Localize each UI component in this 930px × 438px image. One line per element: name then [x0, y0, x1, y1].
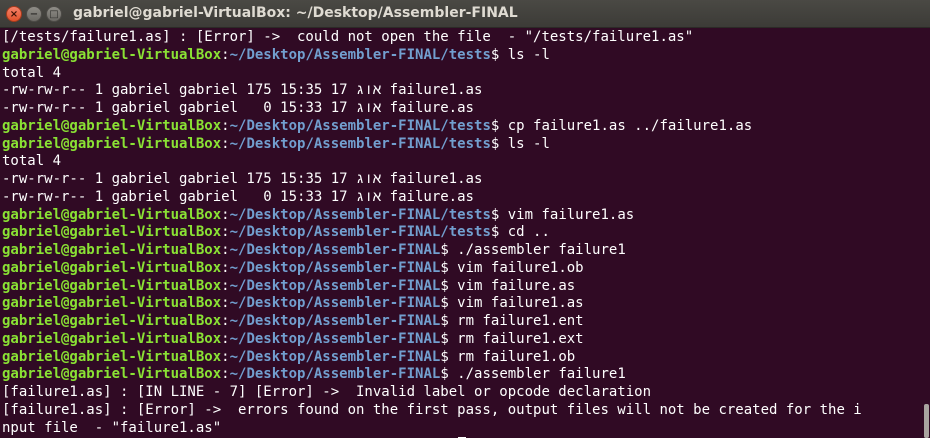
terminal-output-line: total 4 — [2, 64, 62, 81]
terminal-prompt-line: gabriel@gabriel-VirtualBox:~/Desktop/Ass… — [2, 313, 917, 331]
prompt-separator: : — [221, 135, 230, 152]
window-titlebar[interactable]: × − □ gabriel@gabriel-VirtualBox: ~/Desk… — [0, 0, 930, 28]
terminal-prompt-line: gabriel@gabriel-VirtualBox:~/Desktop/Ass… — [2, 278, 917, 296]
prompt-separator: : — [221, 117, 230, 134]
prompt-separator: : — [221, 242, 230, 258]
prompt-path: ~/Desktop/Assembler-FINAL/tests — [229, 46, 491, 63]
terminal-output-line: [failure1.as] : [IN LINE - 7] [Error] ->… — [2, 384, 652, 400]
prompt-separator: : — [221, 348, 230, 365]
prompt-command: $ ./assembler failure1 — [440, 242, 626, 258]
terminal-output-line: nput file - "failure1.as" — [2, 419, 222, 436]
terminal-prompt-line: gabriel@gabriel-VirtualBox:~/Desktop/Ass… — [2, 349, 917, 367]
prompt-command: $ ls -l — [490, 135, 550, 152]
prompt-path: ~/Desktop/Assembler-FINAL — [229, 348, 441, 365]
terminal-prompt-line: gabriel@gabriel-VirtualBox:~/Desktop/Ass… — [2, 207, 917, 225]
prompt-user-host: gabriel@gabriel-VirtualBox — [2, 259, 222, 276]
prompt-user-host: gabriel@gabriel-VirtualBox — [2, 366, 222, 383]
prompt-separator: : — [221, 224, 230, 241]
prompt-user-host: gabriel@gabriel-VirtualBox — [2, 330, 222, 347]
prompt-command: $ cp failure1.as ../failure1.as — [490, 117, 753, 134]
prompt-path: ~/Desktop/Assembler-FINAL — [229, 277, 441, 294]
terminal-prompt-line: gabriel@gabriel-VirtualBox:~/Desktop/Ass… — [2, 118, 917, 136]
prompt-path: ~/Desktop/Assembler-FINAL — [229, 366, 441, 383]
prompt-user-host: gabriel@gabriel-VirtualBox — [2, 313, 222, 329]
terminal-output-line: total 4 — [2, 153, 62, 170]
terminal-output-line: -rw-rw-r-- 1 gabriel gabriel 175 אוג 17 … — [2, 82, 483, 99]
prompt-separator: : — [221, 330, 230, 347]
prompt-user-host: gabriel@gabriel-VirtualBox — [2, 135, 222, 152]
terminal-prompt-line: gabriel@gabriel-VirtualBox:~/Desktop/Ass… — [2, 224, 917, 242]
terminal-output-line: [failure1.as] : [Error] -> errors found … — [2, 401, 862, 418]
prompt-command: $ vim failure1.as — [490, 206, 635, 223]
terminal-output-line: -rw-rw-r-- 1 gabriel gabriel 0 אוג 17 15… — [2, 100, 474, 116]
terminal-output[interactable]: [/tests/failure1.as] : [Error] -> could … — [2, 29, 917, 438]
prompt-path: ~/Desktop/Assembler-FINAL — [229, 313, 441, 329]
prompt-command: $ vim failure.as — [440, 277, 576, 294]
prompt-user-host: gabriel@gabriel-VirtualBox — [2, 348, 222, 365]
prompt-path: ~/Desktop/Assembler-FINAL — [229, 259, 441, 276]
prompt-separator: : — [221, 46, 230, 63]
prompt-path: ~/Desktop/Assembler-FINAL — [229, 295, 441, 312]
prompt-user-host: gabriel@gabriel-VirtualBox — [2, 206, 222, 223]
prompt-separator: : — [221, 277, 230, 294]
prompt-path: ~/Desktop/Assembler-FINAL/tests — [229, 117, 491, 134]
terminal-output-line: -rw-rw-r-- 1 gabriel gabriel 0 אוג 17 15… — [2, 188, 474, 205]
close-icon[interactable]: × — [6, 6, 22, 22]
prompt-user-host: gabriel@gabriel-VirtualBox — [2, 224, 222, 241]
prompt-command: $ cd .. — [490, 224, 550, 241]
terminal-output-line: [/tests/failure1.as] : [Error] -> could … — [2, 29, 694, 45]
prompt-user-host: gabriel@gabriel-VirtualBox — [2, 46, 222, 63]
prompt-user-host: gabriel@gabriel-VirtualBox — [2, 117, 222, 134]
prompt-command: $ rm failure1.ob — [440, 348, 576, 365]
prompt-command: $ rm failure1.ext — [440, 330, 584, 347]
prompt-path: ~/Desktop/Assembler-FINAL/tests — [229, 224, 491, 241]
prompt-path: ~/Desktop/Assembler-FINAL — [229, 330, 441, 347]
prompt-separator: : — [221, 313, 230, 329]
prompt-command: $ vim failure1.ob — [440, 259, 584, 276]
terminal-output-line: -rw-rw-r-- 1 gabriel gabriel 175 אוג 17 … — [2, 171, 483, 187]
terminal-prompt-line: gabriel@gabriel-VirtualBox:~/Desktop/Ass… — [2, 295, 917, 313]
prompt-path: ~/Desktop/Assembler-FINAL/tests — [229, 206, 491, 223]
minimize-icon[interactable]: − — [26, 6, 42, 22]
terminal-prompt-line: gabriel@gabriel-VirtualBox:~/Desktop/Ass… — [2, 47, 917, 65]
terminal-prompt-line: gabriel@gabriel-VirtualBox:~/Desktop/Ass… — [2, 136, 917, 154]
prompt-user-host: gabriel@gabriel-VirtualBox — [2, 277, 222, 294]
terminal-prompt-line: gabriel@gabriel-VirtualBox:~/Desktop/Ass… — [2, 366, 917, 384]
prompt-user-host: gabriel@gabriel-VirtualBox — [2, 242, 222, 258]
terminal-prompt-line: gabriel@gabriel-VirtualBox:~/Desktop/Ass… — [2, 260, 917, 278]
prompt-command: $ vim failure1.as — [440, 295, 584, 312]
terminal-prompt-line: gabriel@gabriel-VirtualBox:~/Desktop/Ass… — [2, 242, 917, 260]
scrollbar-thumb[interactable] — [924, 404, 929, 438]
prompt-command: $ ls -l — [490, 46, 550, 63]
prompt-command: $ ./assembler failure1 — [440, 366, 626, 383]
prompt-user-host: gabriel@gabriel-VirtualBox — [2, 295, 222, 312]
maximize-icon[interactable]: □ — [46, 6, 62, 22]
prompt-command: $ rm failure1.ent — [440, 313, 584, 329]
prompt-separator: : — [221, 366, 230, 383]
prompt-separator: : — [221, 206, 230, 223]
terminal-prompt-line: gabriel@gabriel-VirtualBox:~/Desktop/Ass… — [2, 331, 917, 349]
prompt-separator: : — [221, 259, 230, 276]
prompt-path: ~/Desktop/Assembler-FINAL — [229, 242, 441, 258]
prompt-path: ~/Desktop/Assembler-FINAL/tests — [229, 135, 491, 152]
prompt-separator: : — [221, 295, 230, 312]
window-title: gabriel@gabriel-VirtualBox: ~/Desktop/As… — [73, 5, 518, 21]
